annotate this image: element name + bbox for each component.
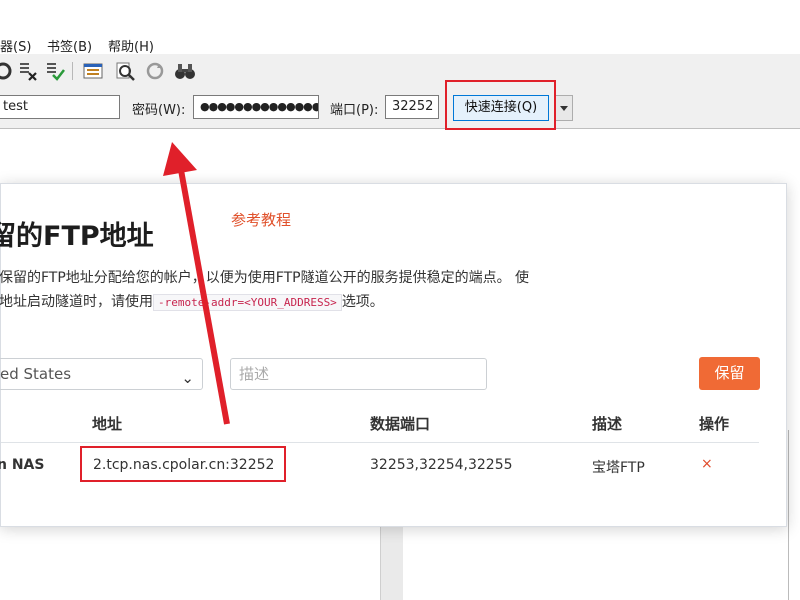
log-toggle-icon[interactable] [82,60,104,82]
menu-bookmarks[interactable]: 书签(B) [47,36,92,55]
reserve-button[interactable]: 保留 [699,357,760,390]
pane-scrollbar[interactable] [380,526,403,600]
menu-server[interactable]: 器(S) [0,36,31,55]
column-header-data-ports: 数据端口 [370,415,431,433]
reference-tutorial-link[interactable]: 参考教程 [231,209,291,230]
reconnect-icon[interactable] [144,60,166,82]
find-binoculars-icon[interactable] [174,60,196,82]
right-pane-edge [788,430,789,600]
table-header-divider [1,442,759,443]
menu-bar: 器(S) 书签(B) 帮助(H) [0,32,800,55]
description-line-2: 地址启动隧道时，请使用 -remote-addr=<YOUR_ADDRESS> 选项… [0,290,529,315]
dialog-description: 保留的FTP地址分配给您的帐户，以便为使用FTP隧道公开的服务提供稳定的端点。 … [0,266,529,315]
remote-addr-code: -remote-addr=<YOUR_ADDRESS> [153,294,342,311]
quickconnect-highlight-box [445,80,556,130]
quickconnect-bar: test 密码(W): ●●●●●●●●●●●●●● 端口(P): 32252 … [0,88,800,129]
reserved-ftp-dialog: 留的FTP地址 参考教程 保留的FTP地址分配给您的帐户，以便为使用FTP隧道公… [0,183,787,527]
password-input[interactable]: ●●●●●●●●●●●●●● [193,95,319,119]
row-data-ports: 32253,32254,32255 [370,457,513,473]
region-select[interactable]: ed States ⌄ [0,358,203,390]
page-title: 留的FTP地址 [0,221,154,252]
description-line-2-tail: 选项。 [341,294,384,310]
column-header-address: 地址 [92,415,123,433]
port-label: 端口(P): [330,103,379,118]
row-region-name: n NAS [0,457,45,473]
address-highlight-box [80,446,286,482]
username-input[interactable]: test [0,95,120,119]
toolbar [0,54,800,89]
description-input[interactable]: 描述 [230,358,487,390]
region-select-value: ed States [0,365,72,383]
menu-help[interactable]: 帮助(H) [108,36,154,55]
port-input[interactable]: 32252 [385,95,439,119]
chevron-down-icon: ⌄ [181,369,194,387]
password-label: 密码(W): [132,103,186,118]
column-header-description: 描述 [592,415,623,433]
process-queue-icon[interactable] [44,60,66,82]
toolbar-separator [72,62,73,80]
cancel-queue-icon[interactable] [17,60,39,82]
refresh-icon[interactable] [0,60,14,82]
search-files-icon[interactable] [114,60,136,82]
column-header-actions: 操作 [699,415,730,433]
description-line-2-text: 地址启动隧道时，请使用 [0,294,153,310]
row-description: 宝塔FTP [592,460,645,476]
quickconnect-history-dropdown[interactable] [555,95,573,121]
description-line-1: 保留的FTP地址分配给您的帐户，以便为使用FTP隧道公开的服务提供稳定的端点。 … [0,270,530,286]
delete-icon[interactable]: × [701,456,713,472]
